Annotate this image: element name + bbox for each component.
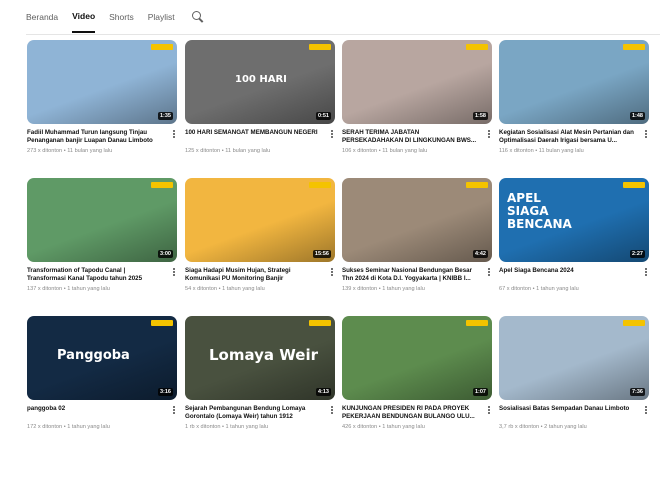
- video-card[interactable]: 7:36 Sosialisasi Batas Sempadan Danau Lim…: [499, 316, 651, 430]
- video-meta: 139 x ditonton • 1 tahun yang lalu: [342, 286, 425, 292]
- video-thumbnail[interactable]: 100 HARI 0:51: [185, 40, 335, 124]
- video-title[interactable]: SERAH TERIMA JABATAN PERSEKADAHAKAN DI L…: [342, 129, 478, 146]
- video-title[interactable]: Sukses Seminar Nasional Bendungan Besar …: [342, 267, 478, 284]
- channel-logo-badge: [623, 182, 645, 188]
- video-title[interactable]: Apel Siaga Bencana 2024: [499, 267, 635, 284]
- video-card[interactable]: 1:58 SERAH TERIMA JABATAN PERSEKADAHAKAN …: [342, 40, 494, 154]
- channel-logo-badge: [151, 320, 173, 326]
- thumbnail-overlay-text: Panggoba: [57, 348, 130, 363]
- channel-logo-badge: [309, 320, 331, 326]
- more-options-icon[interactable]: [171, 405, 177, 417]
- video-meta: 426 x ditonton • 1 tahun yang lalu: [342, 424, 425, 430]
- video-meta: 125 x ditonton • 11 bulan yang lalu: [185, 148, 271, 154]
- video-card[interactable]: 15:56 Siaga Hadapi Musim Hujan, Strategi …: [185, 178, 337, 292]
- video-title[interactable]: Transformation of Tapodu Canal | Transfo…: [27, 267, 163, 284]
- channel-logo-badge: [466, 182, 488, 188]
- duration-badge: 1:35: [157, 112, 173, 120]
- channel-logo-badge: [309, 182, 331, 188]
- channel-logo-badge: [151, 182, 173, 188]
- duration-badge: 3:00: [157, 250, 173, 258]
- more-options-icon[interactable]: [171, 267, 177, 279]
- channel-logo-badge: [466, 44, 488, 50]
- channel-logo-badge: [466, 320, 488, 326]
- tabs-divider: [26, 34, 660, 35]
- channel-logo-badge: [623, 320, 645, 326]
- video-thumbnail[interactable]: 1:58: [342, 40, 492, 124]
- video-card[interactable]: APEL SIAGA BENCANA 2:27 Apel Siaga Bencana…: [499, 178, 651, 292]
- video-card[interactable]: 1:07 KUNJUNGAN PRESIDEN RI PADA PROYEK PE…: [342, 316, 494, 430]
- channel-tabs: Beranda Video Shorts Playlist: [26, 0, 205, 34]
- channel-logo-badge: [623, 44, 645, 50]
- video-card[interactable]: 1:35 Fadiil Muhammad Turun langsung Tinja…: [27, 40, 179, 154]
- video-thumbnail[interactable]: APEL SIAGA BENCANA 2:27: [499, 178, 649, 262]
- video-thumbnail[interactable]: 1:48: [499, 40, 649, 124]
- video-meta: 116 x ditonton • 11 bulan yang lalu: [499, 148, 584, 154]
- video-title[interactable]: Siaga Hadapi Musim Hujan, Strategi Komun…: [185, 267, 321, 284]
- more-options-icon[interactable]: [329, 129, 335, 141]
- tab-video[interactable]: Video: [72, 1, 96, 33]
- video-card[interactable]: 4:42 Sukses Seminar Nasional Bendungan Be…: [342, 178, 494, 292]
- video-thumbnail[interactable]: 4:42: [342, 178, 492, 262]
- duration-badge: 0:51: [315, 112, 331, 120]
- video-title[interactable]: Kegiatan Sosialisasi Alat Mesin Pertania…: [499, 129, 635, 146]
- video-meta: 54 x ditonton • 1 tahun yang lalu: [185, 286, 265, 292]
- video-meta: 106 x ditonton • 11 bulan yang lalu: [342, 148, 428, 154]
- more-options-icon[interactable]: [486, 405, 492, 417]
- more-options-icon[interactable]: [486, 129, 492, 141]
- channel-logo-badge: [309, 44, 331, 50]
- duration-badge: 7:36: [629, 388, 645, 396]
- duration-badge: 2:27: [629, 250, 645, 258]
- duration-badge: 15:56: [312, 250, 331, 258]
- duration-badge: 1:58: [472, 112, 488, 120]
- more-options-icon[interactable]: [171, 129, 177, 141]
- video-thumbnail[interactable]: Lomaya Weir 4:13: [185, 316, 335, 400]
- video-thumbnail[interactable]: 15:56: [185, 178, 335, 262]
- more-options-icon[interactable]: [486, 267, 492, 279]
- more-options-icon[interactable]: [643, 405, 649, 417]
- video-title[interactable]: Fadiil Muhammad Turun langsung Tinjau Pe…: [27, 129, 163, 146]
- video-title[interactable]: Sejarah Pembangunan Bendung Lomaya Goron…: [185, 405, 321, 422]
- video-meta: 172 x ditonton • 1 tahun yang lalu: [27, 424, 110, 430]
- video-title[interactable]: panggoba 02: [27, 405, 163, 422]
- thumbnail-overlay-text: 100 HARI: [235, 74, 287, 85]
- duration-badge: 3:16: [157, 388, 173, 396]
- duration-badge: 1:07: [472, 388, 488, 396]
- video-title[interactable]: KUNJUNGAN PRESIDEN RI PADA PROYEK PEKERJ…: [342, 405, 478, 422]
- search-icon[interactable]: [191, 10, 205, 24]
- thumbnail-overlay-text: APEL SIAGA BENCANA: [507, 191, 572, 231]
- video-thumbnail[interactable]: 1:35: [27, 40, 177, 124]
- video-meta: 1 rb x ditonton • 1 tahun yang lalu: [185, 424, 269, 430]
- tab-beranda[interactable]: Beranda: [26, 0, 58, 34]
- tab-playlist[interactable]: Playlist: [148, 0, 175, 34]
- video-thumbnail[interactable]: Panggoba 3:16: [27, 316, 177, 400]
- duration-badge: 4:42: [472, 250, 488, 258]
- video-thumbnail[interactable]: 7:36: [499, 316, 649, 400]
- more-options-icon[interactable]: [643, 129, 649, 141]
- video-card[interactable]: 3:00 Transformation of Tapodu Canal | Tra…: [27, 178, 179, 292]
- more-options-icon[interactable]: [643, 267, 649, 279]
- more-options-icon[interactable]: [329, 405, 335, 417]
- video-meta: 137 x ditonton • 1 tahun yang lalu: [27, 286, 110, 292]
- video-title[interactable]: Sosialisasi Batas Sempadan Danau Limboto: [499, 405, 635, 422]
- video-meta: 67 x ditonton • 1 tahun yang lalu: [499, 286, 579, 292]
- duration-badge: 1:48: [629, 112, 645, 120]
- video-card[interactable]: Panggoba 3:16 panggoba 02 172 x ditonton • …: [27, 316, 179, 430]
- video-card[interactable]: 100 HARI 0:51 100 HARI SEMANGAT MEMBANGUN …: [185, 40, 337, 154]
- tab-shorts[interactable]: Shorts: [109, 0, 134, 34]
- more-options-icon[interactable]: [329, 267, 335, 279]
- video-meta: 3,7 rb x ditonton • 2 tahun yang lalu: [499, 424, 587, 430]
- video-thumbnail[interactable]: 1:07: [342, 316, 492, 400]
- duration-badge: 4:13: [315, 388, 331, 396]
- thumbnail-overlay-text: Lomaya Weir: [209, 346, 318, 364]
- video-card[interactable]: Lomaya Weir 4:13 Sejarah Pembangunan Bendu…: [185, 316, 337, 430]
- video-title[interactable]: 100 HARI SEMANGAT MEMBANGUN NEGERI: [185, 129, 321, 146]
- video-thumbnail[interactable]: 3:00: [27, 178, 177, 262]
- video-meta: 273 x ditonton • 11 bulan yang lalu: [27, 148, 113, 154]
- video-card[interactable]: 1:48 Kegiatan Sosialisasi Alat Mesin Pert…: [499, 40, 651, 154]
- channel-logo-badge: [151, 44, 173, 50]
